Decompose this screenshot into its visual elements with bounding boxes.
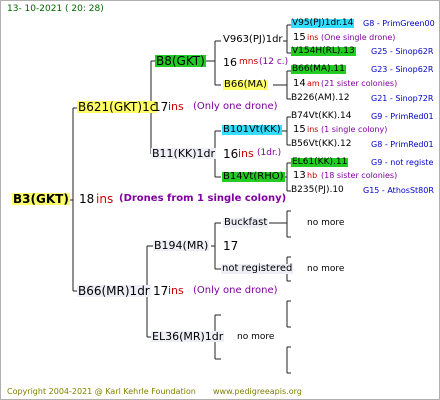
gen4-r8-ins: ins — [307, 125, 319, 134]
date-stamp: 13- 10-2021 ( 20: 28) — [7, 4, 104, 14]
gen4-r4-name: B66(MA).11 — [291, 64, 346, 74]
gen3-a-ins: mns — [239, 57, 259, 67]
dam-ins-label: ins — [168, 284, 184, 297]
gen2-b-count: 16 — [223, 147, 239, 161]
gen4-r11-ins: hb — [307, 171, 318, 180]
gen2-b-note: (1dr.) — [257, 148, 282, 158]
gen4-r9-code: G8 - PrimRed01 — [371, 140, 434, 149]
gen4-r11-count: 13 — [293, 170, 306, 181]
gen4-r2-ins: ins — [307, 33, 319, 42]
pedigree-chart: 13- 10-2021 ( 20: 28) B3(GKT) 18 ins (Dr… — [0, 0, 440, 400]
gen2-d-name: EL36(MR)1dr — [151, 330, 225, 343]
gen4-r3-name: V154H(RL).13 — [291, 46, 356, 56]
gen3-f-name: not registered — [221, 263, 294, 274]
sire-queen-name: B621(GKT)1c — [77, 100, 158, 114]
gen4-r5-count: 14 — [293, 78, 306, 89]
gen3-b-name: B66(MA) — [223, 79, 268, 90]
gen4-r8-note: (1 single colony) — [321, 125, 388, 134]
root-ins-label: ins — [96, 192, 114, 206]
gen4-r1-name: V95(PJ)1dr.14 — [291, 18, 355, 28]
gen4-r12-name: B235(PJ).10 — [291, 185, 344, 195]
website-url: www.pedigreeapis.org — [213, 387, 302, 396]
gen2-b-ins: ins — [238, 147, 254, 160]
gen4-r6-code: G21 - Sinop72R — [371, 94, 434, 103]
gen3-a-count: 16 — [223, 56, 237, 69]
sire-drone-note: (Only one drone) — [193, 101, 278, 112]
gen4-r6-name: B226(AM).12 — [291, 93, 350, 103]
gen3-a-name: V963(PJ)1dr — [223, 34, 283, 45]
gen4-r7-name: B74Vt(KK).14 — [291, 111, 352, 121]
gen4-r10-code: G9 - not registe — [371, 158, 434, 167]
root-drone-count: 18 — [79, 192, 95, 206]
gen3-e-name: Buckfast — [223, 217, 269, 228]
gen2-d-no-more: no more — [237, 332, 275, 342]
gen4-r2-note: (One single drone) — [321, 33, 396, 42]
gen3-c-name: B101Vt(KK) — [222, 124, 282, 135]
gen4-r11-note: (18 sister colonies) — [321, 171, 398, 180]
gen4-r2-count: 15 — [293, 32, 306, 43]
gen3-a-note: (12 c.) — [259, 57, 289, 67]
gen4-r10-name: EL61(KK).11 — [291, 157, 349, 167]
gen2-a-name: B8(GKT) — [155, 54, 206, 68]
sire-ins-label: ins — [168, 100, 184, 113]
gen2-b-name: B11(KK)1dr — [151, 147, 217, 160]
dam-drone-count: 17 — [153, 284, 169, 298]
gen4-r1-code: G8 - PrimGreen00 — [363, 19, 435, 28]
gen4-r5-note: (21 sister colonies) — [321, 79, 398, 88]
root-drone-note: (Drones from 1 single colony) — [119, 193, 287, 204]
dam-queen-name: B66(MR)1dr — [77, 284, 151, 298]
gen4-r5-ins: am — [307, 79, 320, 88]
gen3-f-no-more: no more — [307, 264, 345, 274]
copyright-text: Copyright 2004-2021 @ Karl Kehrle Founda… — [7, 387, 196, 396]
gen2-c-name: B194(MR) — [153, 239, 210, 252]
gen4-r3-code: G25 - Sinop62R — [371, 47, 434, 56]
dam-drone-note: (Only one drone) — [193, 285, 278, 296]
gen4-r9-name: B56Vt(KK).12 — [291, 139, 352, 149]
gen3-d-name: B14Vt(RHO) — [222, 171, 285, 182]
gen4-r8-count: 15 — [293, 124, 306, 135]
gen4-r12-code: G15 - AthosSt80R — [363, 186, 434, 195]
gen2-c-count: 17 — [223, 239, 239, 253]
gen3-e-no-more: no more — [307, 218, 345, 228]
root-queen-name: B3(GKT) — [12, 192, 70, 206]
gen4-r4-code: G23 - Sinop62R — [371, 65, 434, 74]
gen4-r7-code: G9 - PrimRed01 — [371, 112, 434, 121]
sire-drone-count: 17 — [153, 100, 169, 114]
